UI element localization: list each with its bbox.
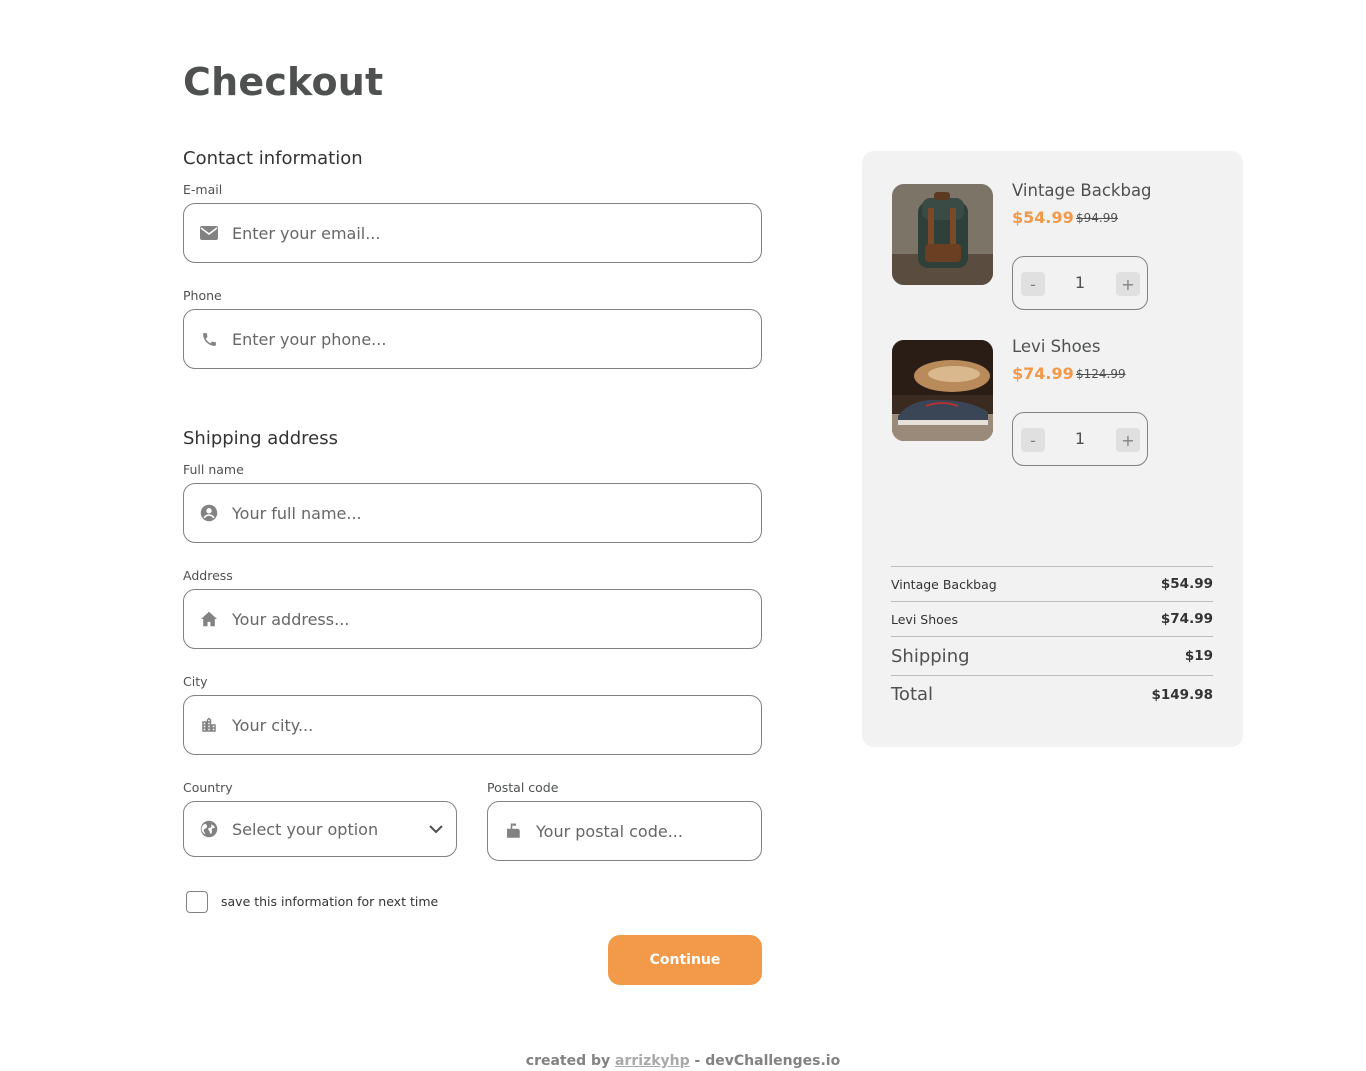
address-label: Address xyxy=(183,568,233,583)
postal-field-box xyxy=(487,801,762,861)
email-input[interactable] xyxy=(232,223,681,243)
shipping-value: $19 xyxy=(1184,648,1213,664)
product-price: $74.99 xyxy=(1012,364,1074,383)
full-name-input[interactable] xyxy=(232,503,681,523)
increase-quantity-button[interactable]: + xyxy=(1116,272,1140,296)
footer: created by arrizkyhp - devChallenges.io xyxy=(0,1053,1366,1069)
summary-row-backbag: Vintage Backbag $54.99 xyxy=(891,566,1213,601)
product-name: Levi Shoes xyxy=(1012,337,1101,356)
phone-icon xyxy=(200,330,218,348)
total-label: Total xyxy=(891,684,934,705)
chevron-down-icon xyxy=(428,821,444,837)
backpack-product-image xyxy=(892,184,993,285)
summary-row-total: Total $149.98 xyxy=(891,675,1213,713)
product-name: Vintage Backbag xyxy=(1012,181,1152,200)
product-price: $54.99 xyxy=(1012,208,1074,227)
shipping-section-title: Shipping address xyxy=(183,428,338,449)
postal-code-input[interactable] xyxy=(536,821,742,841)
phone-input[interactable] xyxy=(232,329,681,349)
full-name-field-box xyxy=(183,483,762,543)
mailbox-icon xyxy=(504,822,522,840)
country-label: Country xyxy=(183,780,233,795)
postal-label: Postal code xyxy=(487,780,559,795)
save-info-label: save this information for next time xyxy=(221,894,439,909)
summary-value: $74.99 xyxy=(1160,611,1213,627)
location-city-icon xyxy=(200,716,218,734)
phone-field-box xyxy=(183,309,762,369)
summary-row-shoes: Levi Shoes $74.99 xyxy=(891,601,1213,636)
continue-button[interactable]: Continue xyxy=(608,935,762,985)
footer-suffix: - devChallenges.io xyxy=(694,1053,841,1069)
author-link[interactable]: arrizkyhp xyxy=(615,1053,690,1069)
contact-section-title: Contact information xyxy=(183,148,363,169)
account-circle-icon xyxy=(200,504,218,522)
address-input[interactable] xyxy=(232,609,681,629)
shipping-label: Shipping xyxy=(891,645,970,667)
footer-prefix: created by xyxy=(525,1053,611,1069)
summary-label: Levi Shoes xyxy=(891,611,958,627)
product-old-price: $94.99 xyxy=(1076,211,1118,225)
home-icon xyxy=(200,610,218,628)
summary-row-shipping: Shipping $19 xyxy=(891,636,1213,675)
city-input[interactable] xyxy=(232,715,681,735)
quantity-stepper: - 1 + xyxy=(1012,256,1148,310)
full-name-label: Full name xyxy=(183,462,244,477)
increase-quantity-button[interactable]: + xyxy=(1116,428,1140,452)
address-field-box xyxy=(183,589,762,649)
mail-icon xyxy=(200,224,218,242)
email-label: E-mail xyxy=(183,182,223,197)
country-selected-value: Select your option xyxy=(232,819,379,839)
country-select[interactable]: Select your option xyxy=(183,801,457,857)
shoes-product-image xyxy=(892,340,993,441)
city-label: City xyxy=(183,674,208,689)
quantity-stepper: - 1 + xyxy=(1012,412,1148,466)
page-title: Checkout xyxy=(183,60,384,104)
order-summary-panel: Vintage Backbag $54.99 $94.99 - 1 + Levi… xyxy=(862,151,1243,747)
globe-icon xyxy=(200,820,218,838)
phone-label: Phone xyxy=(183,288,222,303)
product-old-price: $124.99 xyxy=(1076,367,1126,381)
summary-label: Vintage Backbag xyxy=(891,576,997,592)
city-field-box xyxy=(183,695,762,755)
summary-value: $54.99 xyxy=(1160,576,1213,592)
save-info-checkbox[interactable] xyxy=(186,891,208,913)
total-value: $149.98 xyxy=(1151,686,1214,703)
email-field-box xyxy=(183,203,762,263)
